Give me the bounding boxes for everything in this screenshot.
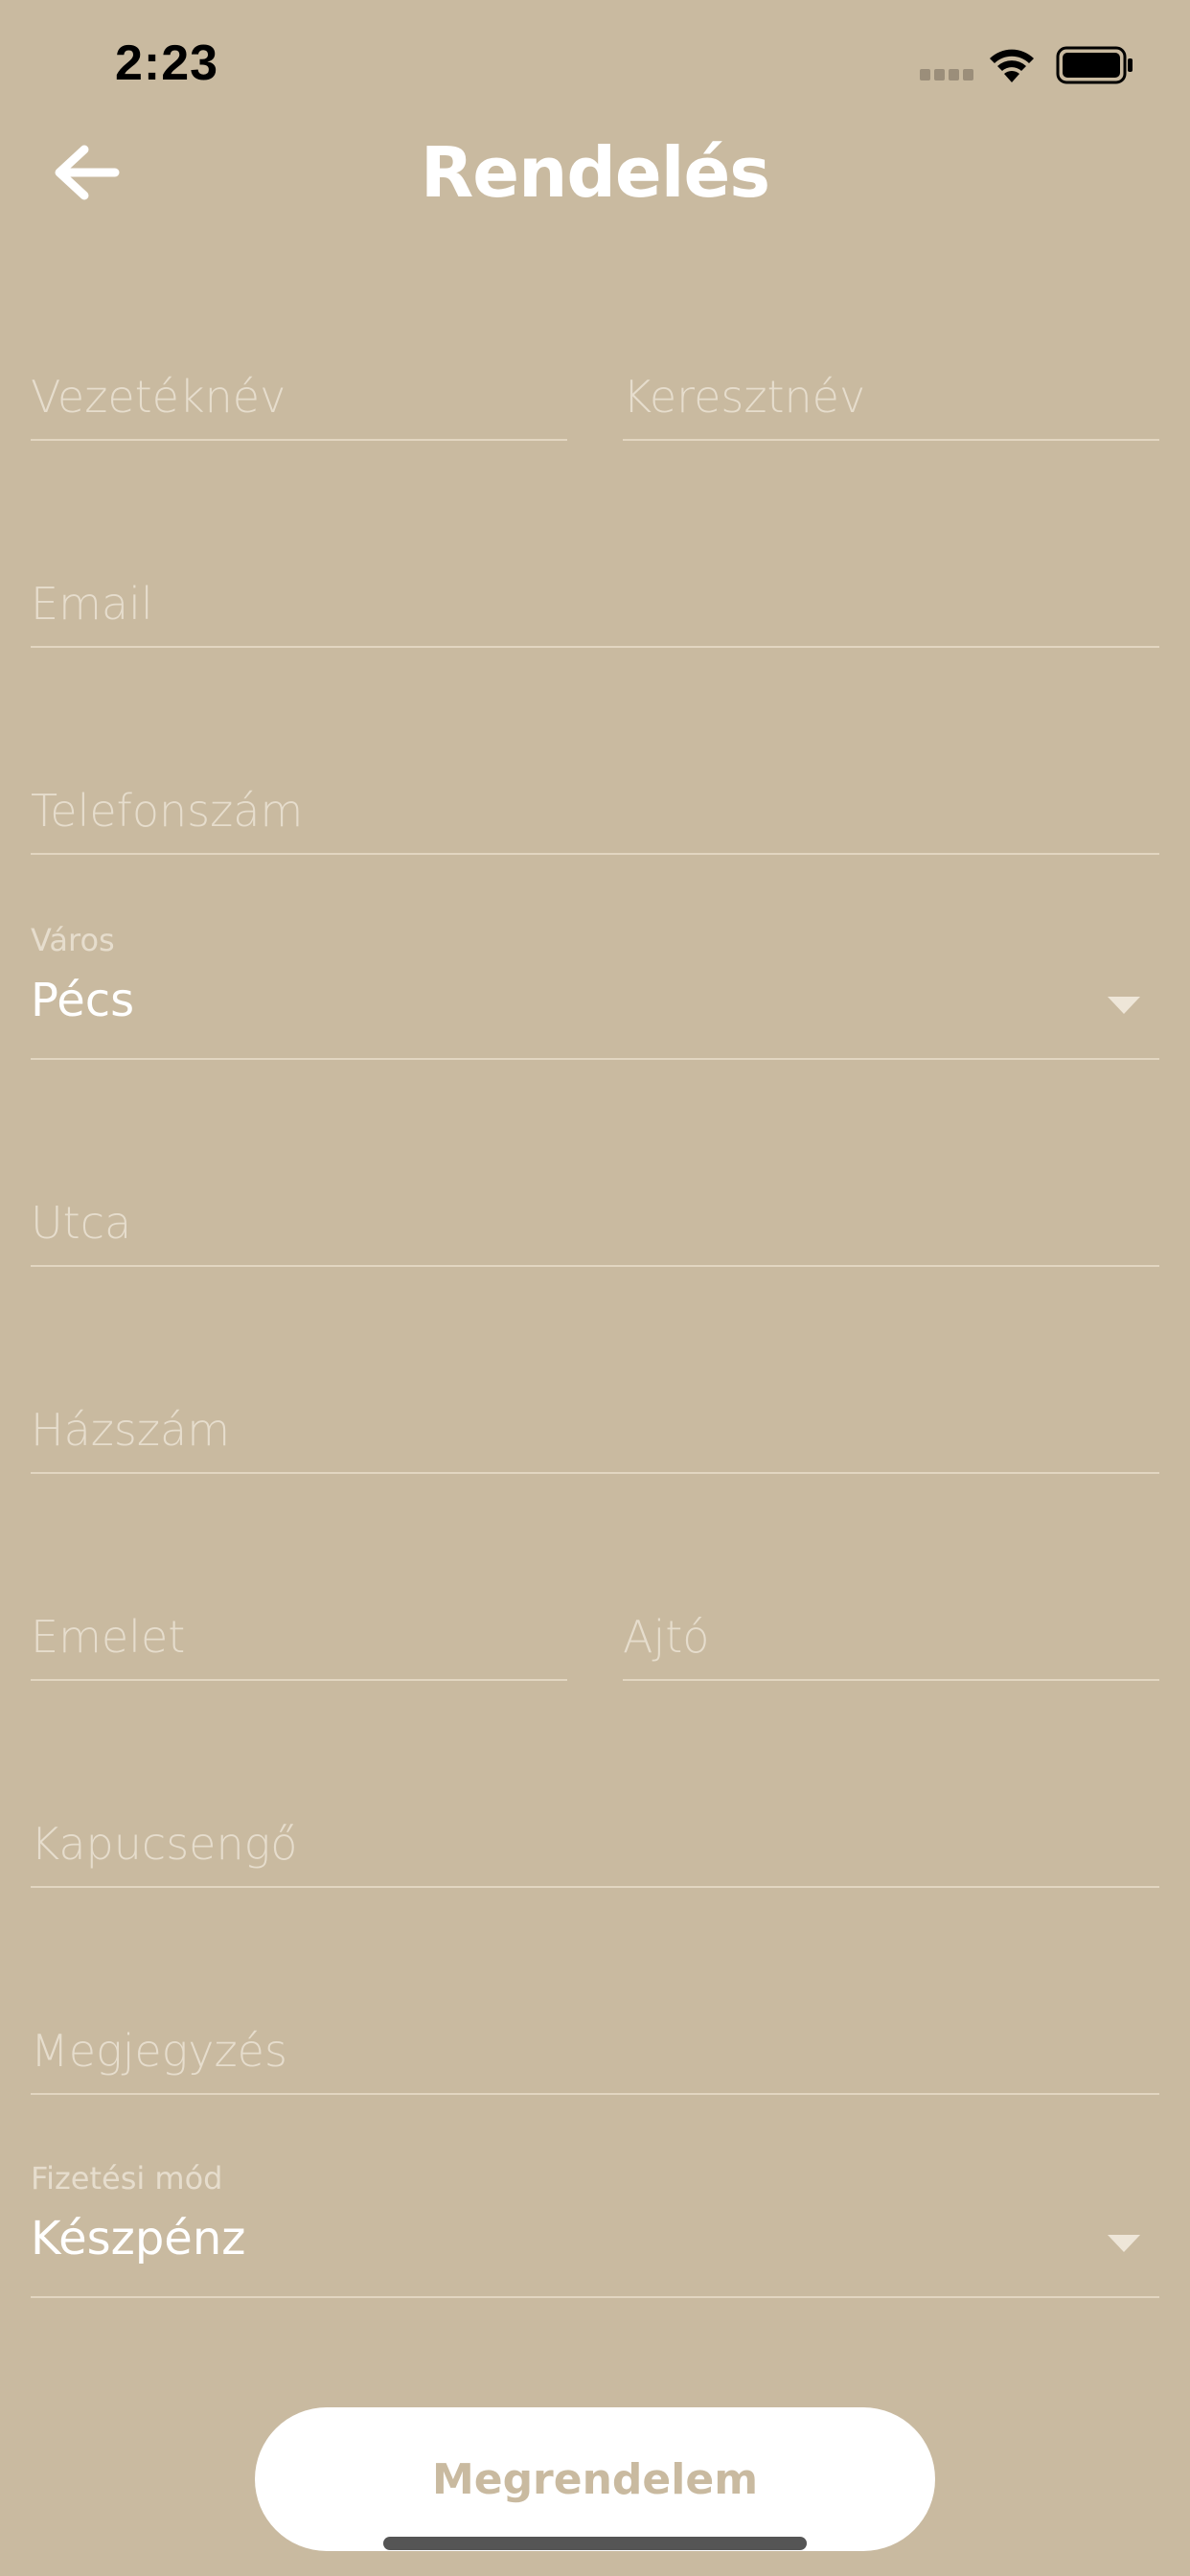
signal-icon	[920, 69, 973, 80]
street-field	[31, 1181, 1159, 1267]
city-select-value: Pécs	[31, 974, 135, 1027]
chevron-down-icon	[1108, 997, 1140, 1014]
phone-input[interactable]	[31, 769, 1159, 853]
house-number-input[interactable]	[31, 1388, 1159, 1472]
first-name-field	[623, 355, 1159, 441]
payment-method-label: Fizetési mód	[31, 2160, 223, 2196]
doorbell-field	[31, 1802, 1159, 1888]
house-number-field	[31, 1388, 1159, 1474]
email-field	[31, 562, 1159, 648]
chevron-down-icon	[1108, 2235, 1140, 2252]
last-name-field	[31, 355, 567, 441]
city-select-label: Város	[31, 922, 115, 958]
floor-field	[31, 1595, 567, 1681]
wifi-icon	[990, 49, 1034, 82]
phone-field	[31, 769, 1159, 855]
page-title: Rendelés	[420, 132, 770, 213]
doorbell-input[interactable]	[31, 1802, 1159, 1886]
payment-method-select[interactable]: Fizetési mód Készpénz	[31, 2160, 1159, 2298]
home-indicator	[383, 2537, 807, 2550]
note-input[interactable]	[31, 2009, 1159, 2093]
door-field	[623, 1595, 1159, 1681]
floor-input[interactable]	[31, 1595, 567, 1679]
first-name-input[interactable]	[623, 355, 1159, 439]
status-bar: 2:23	[0, 0, 1190, 134]
last-name-input[interactable]	[31, 355, 567, 439]
note-field	[31, 2009, 1159, 2095]
door-input[interactable]	[623, 1595, 1159, 1679]
city-select[interactable]: Város Pécs	[31, 922, 1159, 1060]
order-button[interactable]: Megrendelem	[255, 2407, 935, 2551]
email-input[interactable]	[31, 562, 1159, 646]
header: Rendelés	[0, 115, 1190, 230]
status-time: 2:23	[115, 35, 219, 91]
battery-icon	[1056, 46, 1133, 84]
payment-method-value: Készpénz	[31, 2212, 246, 2266]
street-input[interactable]	[31, 1181, 1159, 1265]
